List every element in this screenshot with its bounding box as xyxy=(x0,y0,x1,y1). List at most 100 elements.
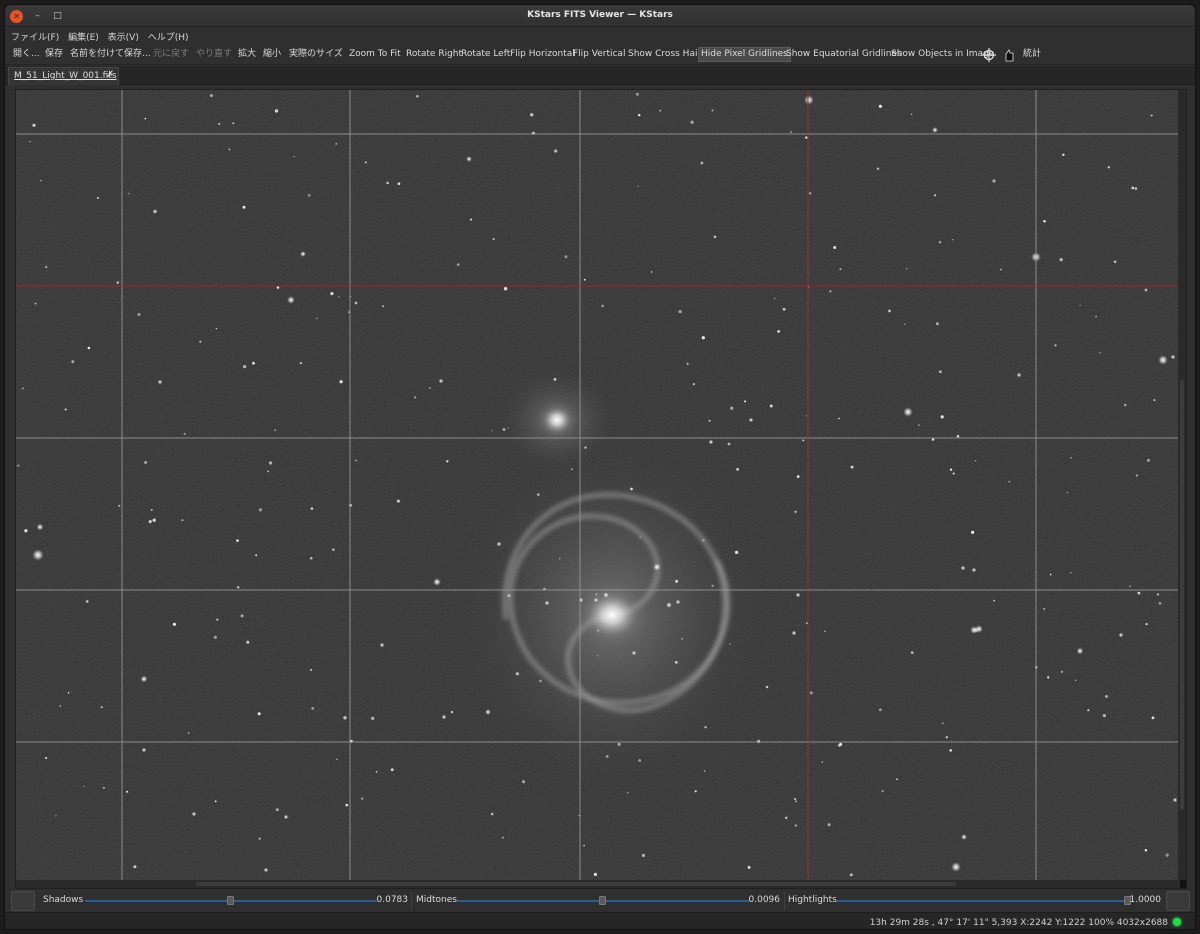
star xyxy=(263,867,269,873)
star xyxy=(32,549,44,561)
faint-star xyxy=(584,446,587,449)
faint-star xyxy=(639,536,641,539)
faint-star xyxy=(638,759,642,762)
rotate-left-button[interactable]: Rotate Left xyxy=(459,47,512,62)
midtones-slider-handle[interactable] xyxy=(599,896,606,905)
star xyxy=(300,251,306,257)
star xyxy=(631,650,637,656)
star xyxy=(354,301,358,305)
zoom-to-fit-button[interactable]: Zoom To Fit xyxy=(347,47,403,62)
horizontal-scrollbar[interactable] xyxy=(16,880,1180,888)
faint-star xyxy=(371,716,375,721)
open-button[interactable]: 開く... xyxy=(11,47,42,62)
faint-star xyxy=(637,113,641,117)
faint-star xyxy=(571,468,573,470)
faint-star xyxy=(183,432,186,436)
fits-viewer-window: ✕ – □ KStars FITS Viewer — KStars ファイル(F… xyxy=(4,4,1196,930)
faint-star xyxy=(839,742,843,746)
redo-button[interactable]: やり直す xyxy=(194,47,234,62)
actual-size-button[interactable]: 実際のサイズ xyxy=(287,47,345,62)
shadows-color-swatch[interactable] xyxy=(11,891,35,911)
faint-star xyxy=(931,438,935,441)
faint-star xyxy=(116,281,119,284)
faint-star xyxy=(338,296,340,298)
star xyxy=(951,862,961,872)
fits-image-canvas[interactable] xyxy=(16,90,1180,882)
faint-star xyxy=(503,287,508,291)
vertical-scrollbar-thumb[interactable] xyxy=(1180,380,1184,810)
star xyxy=(1118,632,1124,638)
tab-fits-file[interactable]: M_51_Light_W_001.fits ✗ xyxy=(8,67,119,85)
faint-star xyxy=(1054,344,1057,347)
faint-star xyxy=(659,109,662,112)
highlights-slider-track[interactable] xyxy=(836,900,1128,902)
faint-star xyxy=(700,161,704,165)
star xyxy=(795,592,801,598)
star xyxy=(804,95,814,105)
faint-star xyxy=(336,758,338,761)
save-button[interactable]: 保存 xyxy=(43,47,65,62)
show-equatorial-gridlines-button[interactable]: Show Equatorial Gridlines xyxy=(784,47,904,62)
faint-star xyxy=(692,382,695,386)
highlights-color-swatch[interactable] xyxy=(1166,891,1190,911)
faint-star xyxy=(103,786,105,789)
statistics-button[interactable]: 統計 xyxy=(1021,47,1043,62)
faint-star xyxy=(1113,260,1117,264)
faint-star xyxy=(258,508,263,512)
zoom-in-button[interactable]: 拡大 xyxy=(236,47,258,62)
faint-star xyxy=(364,161,367,164)
flip-horizontal-button[interactable]: Flip Horizontal xyxy=(508,47,577,62)
crosshair-target-icon[interactable] xyxy=(982,47,996,62)
faint-star xyxy=(805,136,808,139)
faint-star xyxy=(805,415,808,417)
faint-star xyxy=(507,594,511,598)
faint-star xyxy=(952,239,954,241)
faint-star xyxy=(502,428,506,431)
star xyxy=(438,378,444,384)
tab-label: M_51_Light_W_001.fits xyxy=(14,71,117,81)
shadows-slider-handle[interactable] xyxy=(227,896,234,905)
show-cross-hairs-button[interactable]: Show Cross Hairs xyxy=(626,47,708,62)
hide-pixel-gridlines-button[interactable]: Hide Pixel Gridlines xyxy=(698,47,791,62)
faint-star xyxy=(55,815,57,817)
undo-button[interactable]: 元に戻す xyxy=(151,47,191,62)
vertical-scrollbar[interactable] xyxy=(1178,90,1186,880)
faint-star xyxy=(878,104,882,108)
faint-star xyxy=(274,109,279,113)
star-mark-icon[interactable] xyxy=(1002,47,1016,62)
show-objects-in-image-button[interactable]: Show Objects in Image xyxy=(889,47,996,62)
faint-star xyxy=(910,651,914,654)
faint-star xyxy=(71,360,75,364)
status-coordinates: 13h 29m 28s , 47° 17' 11" 5,393 X:2242 Y… xyxy=(869,918,1168,928)
horizontal-scrollbar-thumb[interactable] xyxy=(196,882,956,886)
fits-image-viewer[interactable] xyxy=(15,89,1187,889)
star xyxy=(1144,288,1148,292)
faint-star xyxy=(34,302,37,305)
faint-star xyxy=(637,185,640,187)
faint-star xyxy=(522,780,525,784)
faint-star xyxy=(941,722,944,725)
faint-star xyxy=(491,430,493,432)
faint-star xyxy=(127,192,130,195)
save-as-button[interactable]: 名前を付けて保存... xyxy=(68,47,153,62)
faint-star xyxy=(148,520,152,524)
rotate-right-button[interactable]: Rotate Right xyxy=(404,47,464,62)
faint-star xyxy=(933,194,937,197)
faint-star xyxy=(243,365,247,369)
faint-star xyxy=(144,461,148,464)
faint-star xyxy=(617,742,621,746)
faint-star xyxy=(267,470,270,473)
faint-star xyxy=(307,193,311,197)
tab-bar: M_51_Light_W_001.fits ✗ xyxy=(5,66,1195,85)
faint-star xyxy=(152,518,156,522)
faint-star xyxy=(993,599,996,602)
midtones-value: 0.0096 xyxy=(748,895,781,905)
zoom-out-button[interactable]: 縮小 xyxy=(261,47,283,62)
flip-vertical-button[interactable]: Flip Vertical xyxy=(571,47,627,62)
faint-star xyxy=(713,235,717,239)
close-tab-icon[interactable]: ✗ xyxy=(106,70,114,80)
faint-star xyxy=(343,716,347,720)
faint-star xyxy=(118,504,121,507)
faint-star xyxy=(257,712,261,716)
shadows-label: Shadows xyxy=(43,895,84,905)
